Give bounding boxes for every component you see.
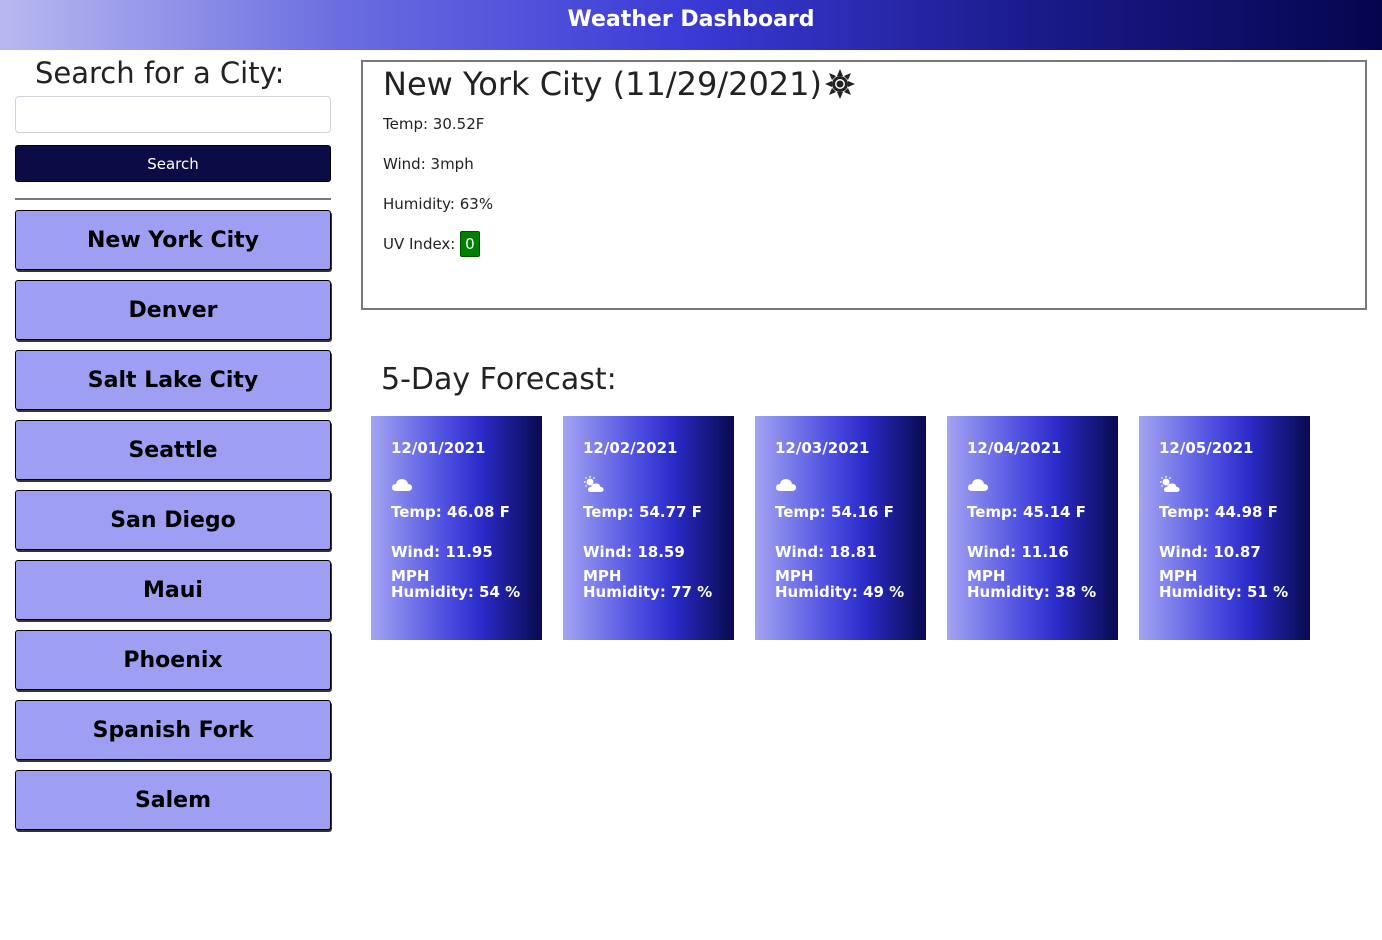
partly-cloudy-icon [584,476,604,492]
app-header: Weather Dashboard [0,0,1382,50]
search-history-list: New York City Denver Salt Lake City Seat… [15,210,331,840]
uv-index-label: UV Index: [383,235,456,253]
forecast-icon-wrap [583,476,714,500]
current-city-date: New York City (11/29/2021) [383,65,822,103]
forecast-card: 12/02/2021 Temp: 54.77 F Wind: 18.59 MPH… [563,416,734,640]
forecast-cards: 12/01/2021 Temp: 46.08 F Wind: 11.95 MPH… [371,416,1331,640]
forecast-temp: Temp: 54.16 F [775,503,894,521]
current-weather-title: New York City (11/29/2021) [383,64,1345,104]
forecast-wind: Wind: 10.87 MPH [1159,543,1261,585]
current-weather-panel: New York City (11/29/2021) Temp: 30.52F … [361,60,1367,310]
forecast-heading: 5-Day Forecast: [381,362,617,397]
cloud-icon [968,479,988,491]
history-city-button[interactable]: Salt Lake City [15,350,331,410]
forecast-card: 12/03/2021 Temp: 54.16 F Wind: 18.81 MPH… [755,416,926,640]
current-humidity: Humidity: 63% [383,195,494,213]
forecast-icon-wrap [1159,476,1290,500]
search-heading: Search for a City: [35,56,285,90]
forecast-card: 12/01/2021 Temp: 46.08 F Wind: 11.95 MPH… [371,416,542,640]
forecast-humidity: Humidity: 38 % [967,583,1097,601]
partly-cloudy-icon [1160,476,1180,492]
forecast-humidity: Humidity: 49 % [775,583,905,601]
history-city-button[interactable]: Seattle [15,420,331,480]
current-wind: Wind: 3mph [383,155,474,173]
cloud-icon [776,479,796,491]
forecast-wind: Wind: 11.95 MPH [391,543,493,585]
forecast-date: 12/04/2021 [967,439,1062,457]
uv-index-badge: 0 [460,231,480,257]
forecast-icon-wrap [967,476,1098,500]
forecast-wind: Wind: 18.81 MPH [775,543,877,585]
forecast-date: 12/02/2021 [583,439,678,457]
history-city-button[interactable]: Phoenix [15,630,331,690]
forecast-temp: Temp: 54.77 F [583,503,702,521]
history-city-button[interactable]: San Diego [15,490,331,550]
forecast-wind: Wind: 11.16 MPH [967,543,1069,585]
history-city-button[interactable]: Denver [15,280,331,340]
forecast-temp: Temp: 45.14 F [967,503,1086,521]
forecast-card: 12/04/2021 Temp: 45.14 F Wind: 11.16 MPH… [947,416,1118,640]
forecast-date: 12/05/2021 [1159,439,1254,457]
city-search-input[interactable] [15,96,331,133]
sidebar: Search for a City: Search New York City … [15,50,331,830]
forecast-date: 12/01/2021 [391,439,486,457]
search-button[interactable]: Search [15,145,331,182]
forecast-humidity: Humidity: 77 % [583,583,713,601]
current-uv-index: UV Index: 0 [383,224,1345,264]
history-city-button[interactable]: Spanish Fork [15,700,331,760]
current-temp: Temp: 30.52F [383,115,485,133]
forecast-date: 12/03/2021 [775,439,870,457]
forecast-wind: Wind: 18.59 MPH [583,543,685,585]
sidebar-divider [15,198,331,200]
app-title: Weather Dashboard [567,7,815,32]
history-city-button[interactable]: Salem [15,770,331,830]
history-city-button[interactable]: New York City [15,210,331,270]
history-city-button[interactable]: Maui [15,560,331,620]
cloud-icon [392,479,412,491]
sun-icon [825,69,855,99]
forecast-temp: Temp: 46.08 F [391,503,510,521]
forecast-humidity: Humidity: 54 % [391,583,521,601]
forecast-icon-wrap [391,476,522,500]
forecast-icon-wrap [775,476,906,500]
forecast-temp: Temp: 44.98 F [1159,503,1278,521]
forecast-card: 12/05/2021 Temp: 44.98 F Wind: 10.87 MPH… [1139,416,1310,640]
forecast-humidity: Humidity: 51 % [1159,583,1289,601]
